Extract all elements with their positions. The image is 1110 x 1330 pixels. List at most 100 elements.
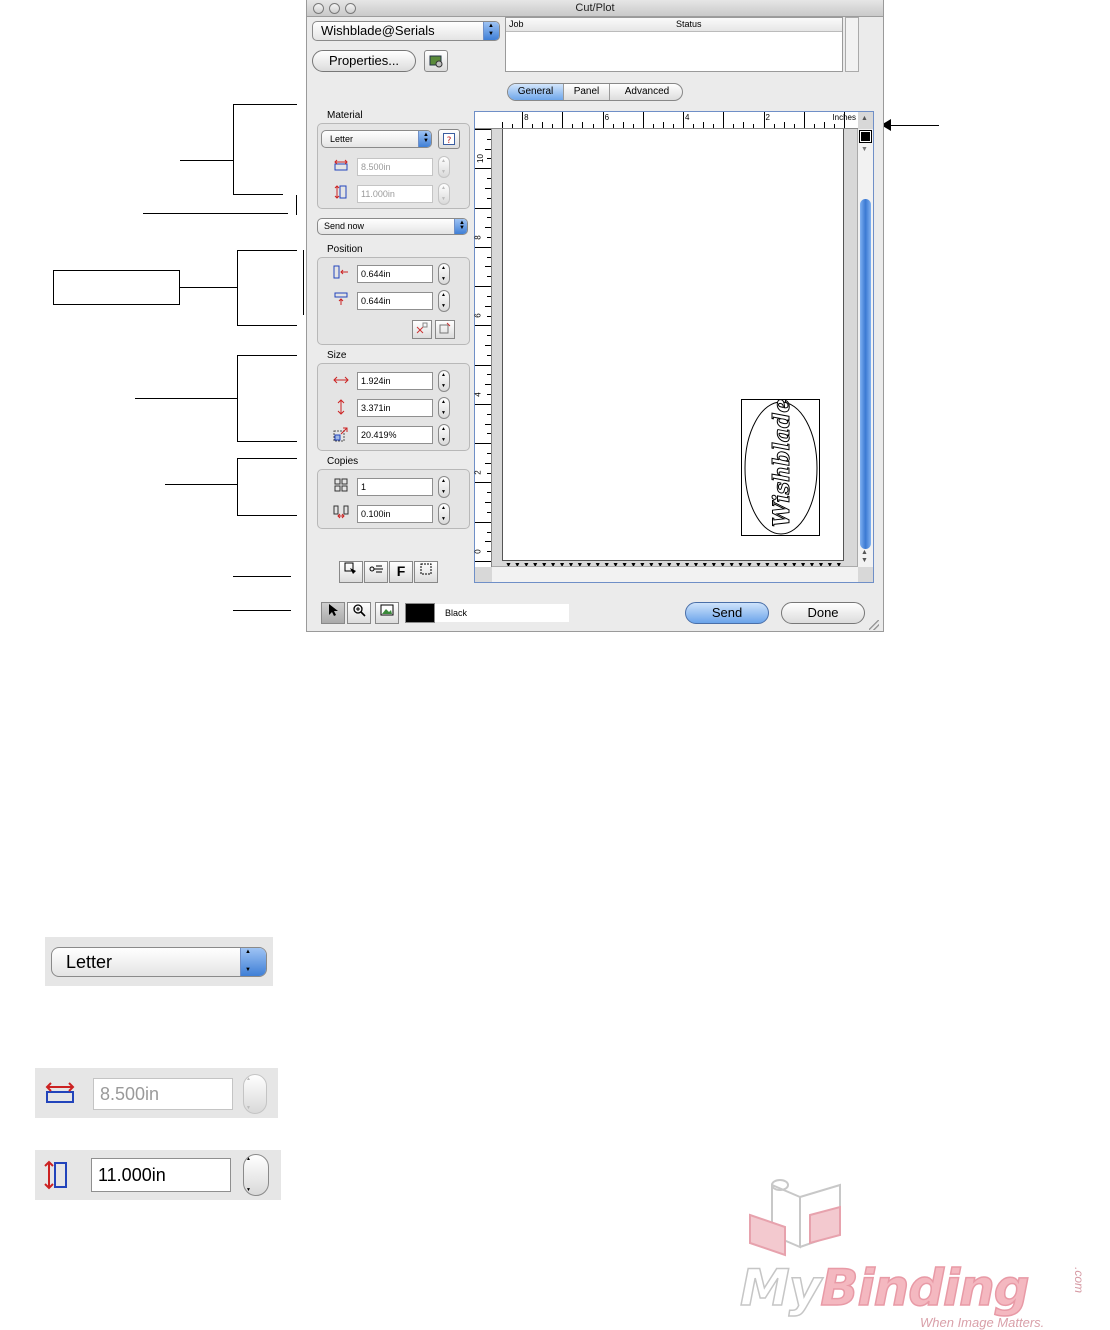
ruler-tick: [652, 124, 654, 128]
scroll-up-icon[interactable]: ▲: [861, 549, 868, 556]
ruler-tick: [833, 124, 835, 128]
scale-stepper[interactable]: [438, 424, 450, 446]
ruler-tick: [683, 112, 685, 128]
scroll-down-icon[interactable]: ▼: [861, 557, 868, 564]
resize-grip-icon[interactable]: [869, 620, 879, 630]
ruler-label: 6: [473, 313, 483, 319]
callout-line: [237, 441, 297, 442]
material-popup[interactable]: Letter: [321, 130, 432, 148]
done-button[interactable]: Done: [781, 602, 865, 624]
select-tool-button[interactable]: [321, 602, 345, 624]
position-x-field[interactable]: 0.644in: [357, 265, 433, 283]
callout-line: [233, 104, 297, 105]
color-name-field: Black: [435, 604, 569, 622]
scroll-up-top-icon[interactable]: ▲: [861, 115, 868, 122]
ruler-tick: [475, 364, 491, 366]
weed-box-button[interactable]: [339, 561, 363, 583]
ruler-tick: [485, 305, 491, 307]
zoomed-width-stepper[interactable]: [243, 1074, 267, 1114]
zoomed-height-stepper[interactable]: [243, 1154, 269, 1196]
size-height-icon: [332, 399, 350, 417]
artwork-text: Wishblade: [769, 398, 796, 527]
ruler-tick: [485, 423, 491, 425]
status-column-header[interactable]: Status: [676, 19, 702, 29]
title-bar[interactable]: Cut/Plot: [307, 0, 883, 17]
material-width-icon: [332, 158, 350, 176]
logo-binding: Binding: [820, 1259, 1031, 1317]
tab-advanced[interactable]: Advanced: [610, 84, 682, 100]
callout-line: [233, 104, 234, 194]
send-button[interactable]: Send: [685, 602, 769, 624]
ruler-label: 8: [473, 235, 483, 240]
zoomed-height-field[interactable]: 11.000in: [91, 1158, 231, 1192]
vertical-ruler: 10 8 6 4 2 0: [473, 129, 492, 567]
material-height-stepper[interactable]: [438, 183, 450, 205]
vertical-scroll-thumb[interactable]: [860, 199, 871, 549]
callout-line: [233, 194, 283, 195]
size-width-stepper[interactable]: [438, 370, 450, 392]
copies-count-field[interactable]: 1: [357, 478, 433, 496]
align-position-button[interactable]: [435, 320, 455, 339]
preview-horizontal-scrollbar[interactable]: [492, 566, 858, 582]
tab-panel[interactable]: Panel: [564, 84, 610, 100]
zoomed-material-popup[interactable]: Letter: [51, 947, 267, 977]
material-help-button[interactable]: ?: [438, 129, 460, 149]
device-settings-button[interactable]: [424, 50, 448, 72]
ruler-tick: [485, 541, 491, 543]
ruler-tick: [475, 129, 491, 130]
path-options-button[interactable]: [364, 561, 388, 583]
scroll-down-top-icon[interactable]: ▼: [861, 146, 868, 153]
callout-line: [180, 287, 238, 288]
device-popup[interactable]: Wishblade@Serials: [312, 21, 500, 41]
job-list[interactable]: Job Status: [505, 17, 843, 72]
properties-button[interactable]: Properties...: [312, 50, 416, 72]
popup-arrows-icon: [483, 22, 499, 40]
ruler-tick: [532, 124, 534, 128]
image-icon: [380, 604, 394, 616]
ruler-tick: [475, 207, 491, 209]
ruler-tick: [485, 345, 491, 346]
material-width-field[interactable]: 8.500in: [357, 158, 433, 176]
origin-marker-icon[interactable]: [859, 130, 872, 143]
copies-spacing-field[interactable]: 0.100in: [357, 505, 433, 523]
ruler-tick: [673, 124, 674, 128]
popup-arrows-icon: [418, 131, 431, 147]
callout-line: [237, 250, 297, 251]
artwork-bounding-box[interactable]: Wishblade: [741, 398, 820, 536]
copies-spacing-stepper[interactable]: [438, 503, 450, 525]
job-list-scrollbar[interactable]: [845, 17, 859, 72]
ruler-tick: [763, 112, 765, 128]
zoom-tool-button[interactable]: [347, 602, 371, 624]
ruler-label: 6: [604, 113, 610, 122]
send-mode-popup[interactable]: Send now: [317, 218, 468, 235]
selection-box-button[interactable]: [414, 561, 438, 583]
ruler-tick: [475, 246, 491, 248]
tab-general[interactable]: General: [508, 84, 564, 100]
color-swatch[interactable]: [405, 603, 435, 623]
font-button[interactable]: F: [389, 561, 413, 583]
material-width-stepper[interactable]: [438, 156, 450, 178]
view-image-button[interactable]: [375, 602, 399, 624]
zoomed-width-field[interactable]: 8.500in: [93, 1078, 233, 1110]
position-y-field[interactable]: 0.644in: [357, 292, 433, 310]
job-column-header[interactable]: Job: [509, 19, 524, 29]
cut-preview-area[interactable]: Inches 8642 1086420 Wishblade ▼▼▼▼▼▼▼▼▼▼…: [474, 111, 874, 583]
material-height-field[interactable]: 11.000in: [357, 185, 433, 203]
position-y-stepper[interactable]: [438, 290, 450, 312]
copies-count-stepper[interactable]: [438, 476, 450, 498]
scale-field[interactable]: 20.419%: [357, 426, 433, 444]
callout-line: [303, 250, 304, 315]
preview-vertical-scrollbar[interactable]: ▲ ▼ ▲ ▼: [857, 115, 873, 567]
zoomed-material-popup-frame: Letter: [45, 937, 273, 986]
ruler-tick: [723, 112, 725, 128]
reset-position-button[interactable]: [412, 320, 432, 339]
position-x-stepper[interactable]: [438, 263, 450, 285]
size-width-field[interactable]: 1.924in: [357, 372, 433, 390]
size-height-stepper[interactable]: [438, 397, 450, 419]
size-height-field[interactable]: 3.371in: [357, 399, 433, 417]
ruler-tick: [485, 502, 491, 504]
ruler-tick: [552, 124, 554, 128]
mybinding-logo: MyBinding .com When Image Matters.: [739, 1175, 1110, 1330]
material-page[interactable]: Wishblade: [502, 129, 844, 561]
ruler-tick: [485, 227, 491, 229]
